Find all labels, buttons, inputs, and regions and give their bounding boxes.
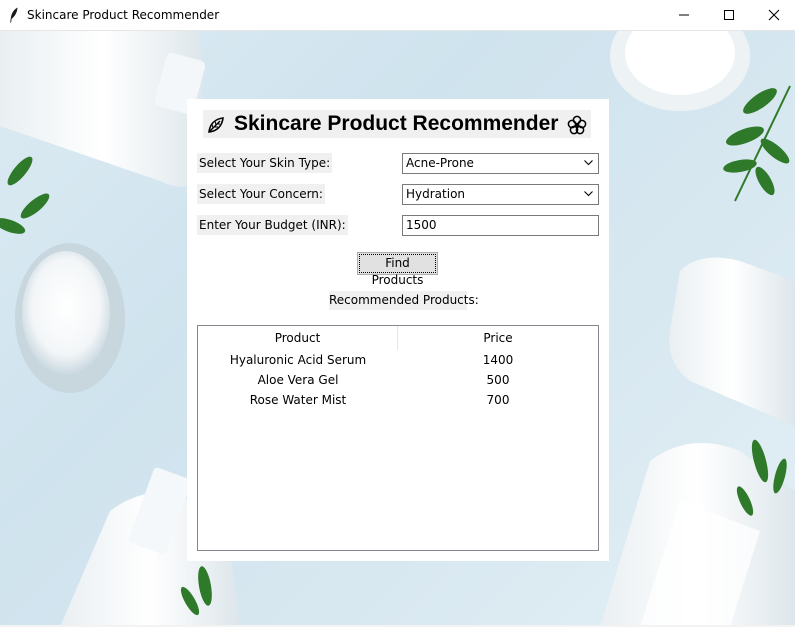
find-products-label: Find Products (359, 254, 436, 287)
price-cell: 700 (486, 393, 510, 407)
budget-input[interactable]: 1500 (402, 215, 599, 236)
concern-value: Hydration (406, 187, 466, 201)
leaf-icon (208, 117, 224, 133)
price-cell: 1400 (482, 353, 514, 367)
skin-type-select[interactable]: Acne-Prone (402, 153, 599, 174)
recommended-products-label: Recommended Products: (329, 291, 479, 310)
maximize-button[interactable] (706, 0, 752, 30)
column-header-price[interactable]: Price (398, 326, 598, 350)
minimize-icon (679, 14, 689, 16)
find-products-button[interactable]: Find Products (357, 252, 438, 287)
minimize-button[interactable] (661, 0, 707, 30)
results-table[interactable]: Product Price Hyaluronic Acid Serum 1400… (197, 325, 599, 551)
product-cell: Aloe Vera Gel (257, 373, 339, 387)
window-title: Skincare Product Recommender (27, 8, 220, 22)
concern-select[interactable]: Hydration (402, 184, 599, 205)
skin-type-value: Acne-Prone (406, 156, 474, 170)
budget-label: Enter Your Budget (INR): (197, 215, 348, 235)
page-title: Skincare Product Recommender (203, 110, 591, 138)
table-header: Product Price (198, 326, 598, 350)
chevron-down-icon (584, 160, 593, 166)
price-cell: 500 (486, 373, 510, 387)
chevron-down-icon (584, 191, 593, 197)
table-row[interactable]: Aloe Vera Gel 500 (198, 370, 598, 390)
feather-icon (10, 7, 18, 23)
heading-text: Skincare Product Recommender (234, 112, 559, 135)
maximize-icon (724, 10, 734, 20)
flower-icon (567, 115, 587, 135)
product-cell: Rose Water Mist (249, 393, 347, 407)
table-row[interactable]: Rose Water Mist 700 (198, 390, 598, 410)
close-icon (768, 9, 780, 21)
table-row[interactable]: Hyaluronic Acid Serum 1400 (198, 350, 598, 370)
concern-label: Select Your Concern: (197, 184, 325, 204)
skin-type-label: Select Your Skin Type: (197, 153, 333, 173)
column-header-product[interactable]: Product (198, 326, 398, 350)
close-button[interactable] (751, 0, 795, 30)
product-cell: Hyaluronic Acid Serum (229, 353, 367, 367)
title-bar: Skincare Product Recommender (0, 0, 795, 31)
